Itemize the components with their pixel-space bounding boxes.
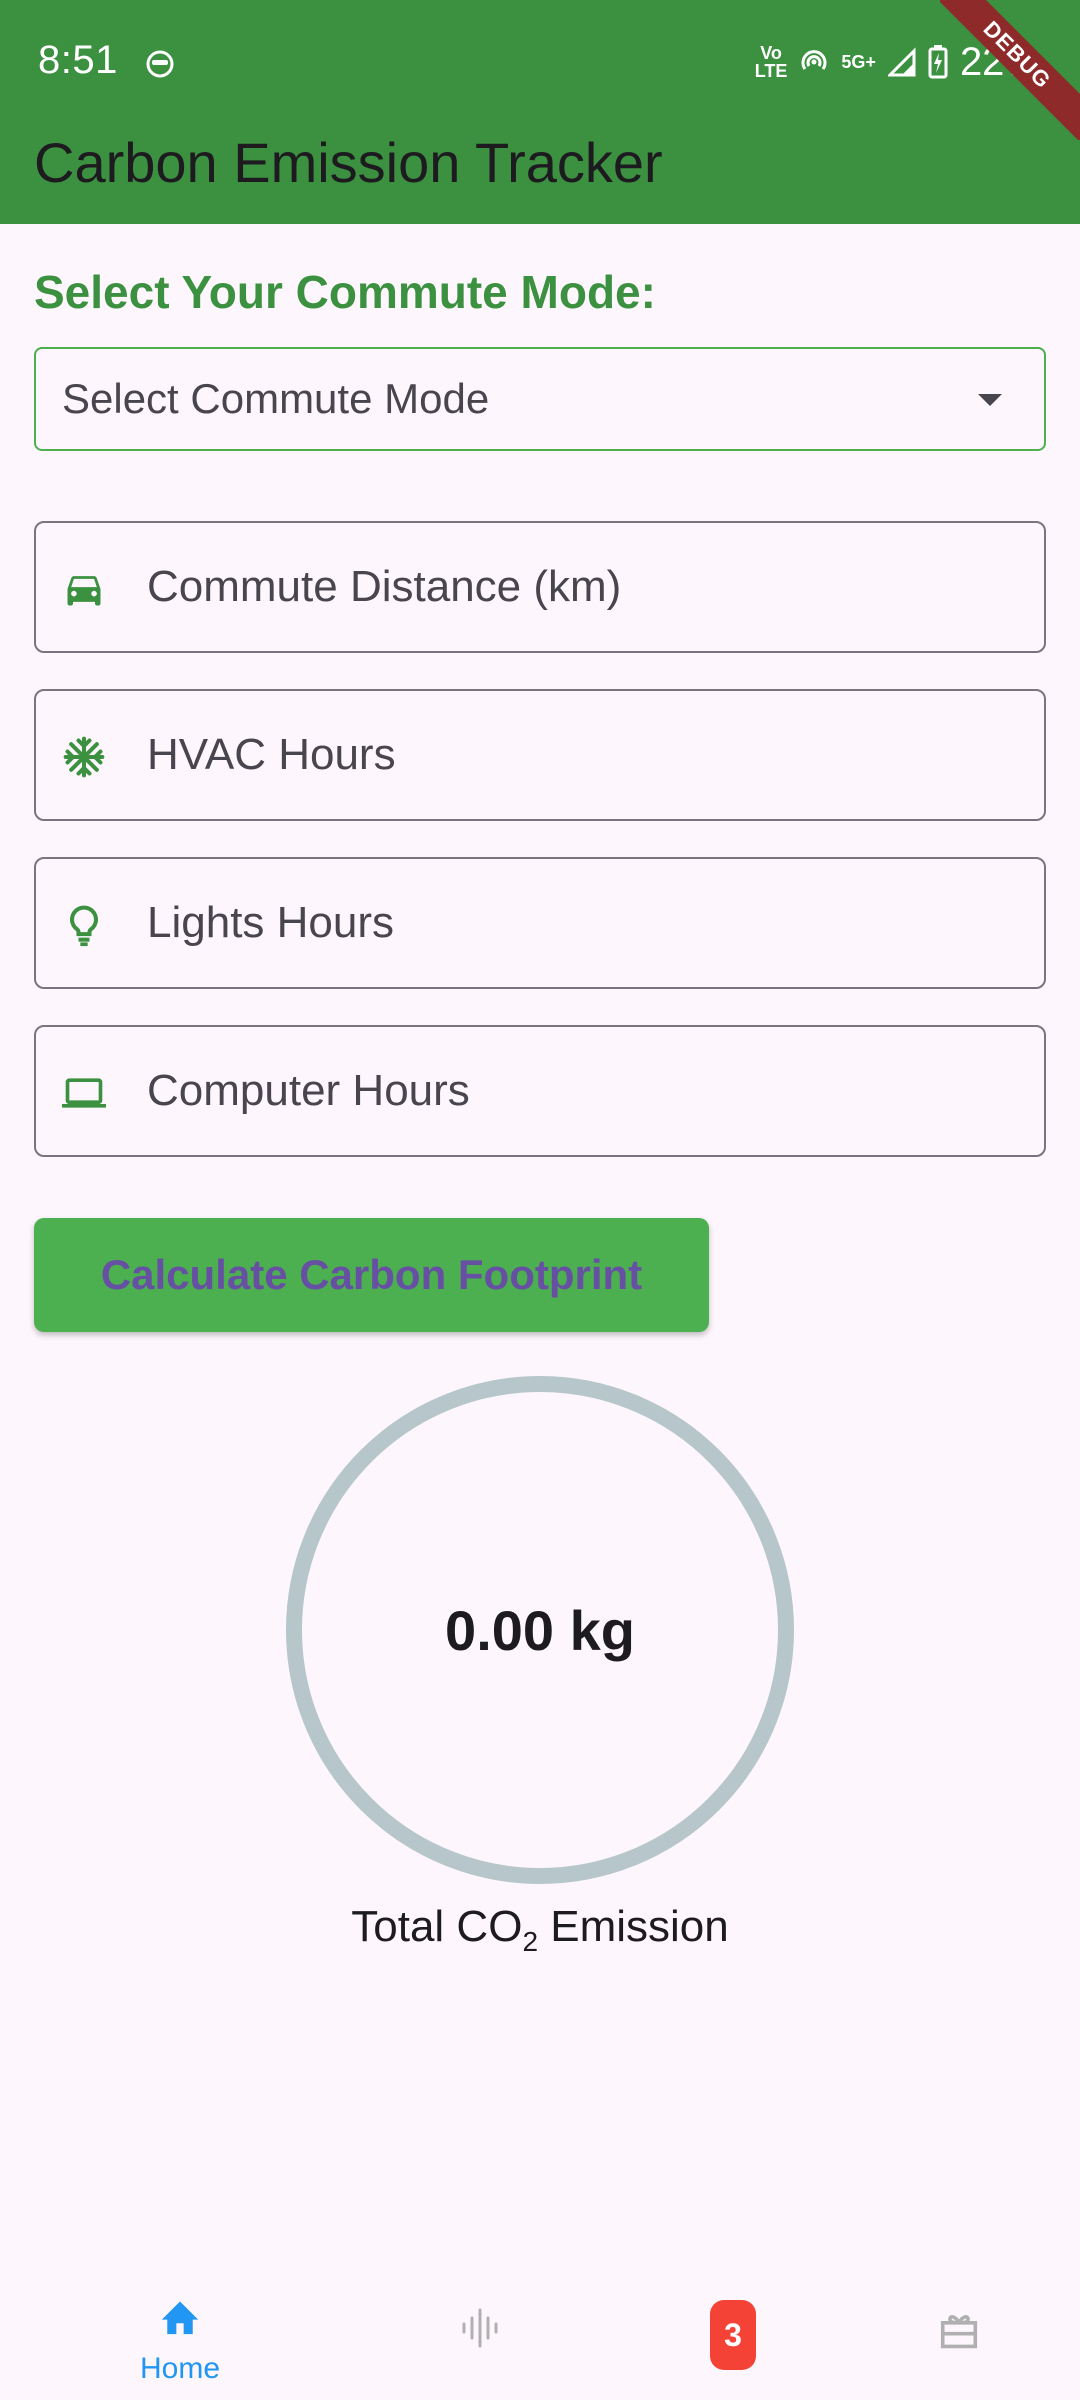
- lights-hours-label: Lights Hours: [147, 898, 395, 947]
- home-icon: [161, 2301, 199, 2335]
- computer-hours-label: Computer Hours: [147, 1066, 470, 1115]
- total-emission-label: Total CO2 Emission: [351, 1902, 729, 1957]
- calculate-carbon-footprint-button[interactable]: Calculate Carbon Footprint: [34, 1218, 709, 1332]
- signal-icon: [887, 47, 916, 77]
- dropdown-arrow-icon: [978, 394, 1002, 406]
- commute-mode-dropdown[interactable]: Select Commute Mode: [34, 347, 1046, 451]
- debug-banner: DEBUG: [940, 0, 1080, 140]
- nav-rewards[interactable]: [935, 2260, 985, 2400]
- commute-mode-heading: Select Your Commute Mode:: [34, 266, 656, 318]
- total-emission-value: 0.00 kg: [445, 1598, 635, 1662]
- nav-audio[interactable]: [450, 2260, 510, 2400]
- volte-indicator: Vo LTE: [754, 43, 788, 81]
- bottom-navigation: Home 3: [0, 2260, 1080, 2400]
- notification-badge: 3: [710, 2300, 756, 2370]
- commute-distance-label: Commute Distance (km): [147, 562, 622, 611]
- page-title: Carbon Emission Tracker: [34, 131, 663, 194]
- nav-notifications[interactable]: 3: [690, 2260, 780, 2400]
- emission-progress-ring: 0.00 kg: [285, 1375, 795, 1885]
- dropdown-placeholder: Select Commute Mode: [62, 375, 490, 422]
- network-type: 5G+: [841, 52, 876, 72]
- nav-home-label: Home: [139, 2352, 221, 2385]
- hotspot-icon: [801, 50, 827, 70]
- computer-hours-field[interactable]: Computer Hours: [34, 1025, 1046, 1157]
- audio-wave-icon: [462, 2308, 498, 2348]
- lights-hours-field[interactable]: Lights Hours: [34, 857, 1046, 989]
- hvac-hours-field[interactable]: HVAC Hours: [34, 689, 1046, 821]
- commute-distance-field[interactable]: Commute Distance (km): [34, 521, 1046, 653]
- nav-home[interactable]: Home: [120, 2260, 240, 2400]
- hvac-hours-label: HVAC Hours: [147, 730, 396, 779]
- lightbulb-icon: [70, 905, 98, 947]
- app-header: 8:51 Vo LTE 5G+ 22% DEBUG Carbon Emissio…: [0, 0, 1080, 224]
- car-icon: [67, 576, 101, 606]
- status-time: 8:51: [38, 38, 118, 82]
- gift-card-icon: [940, 2315, 978, 2349]
- notification-face-icon: [146, 50, 174, 78]
- laptop-icon: [62, 1078, 106, 1108]
- snowflake-icon: [63, 736, 105, 778]
